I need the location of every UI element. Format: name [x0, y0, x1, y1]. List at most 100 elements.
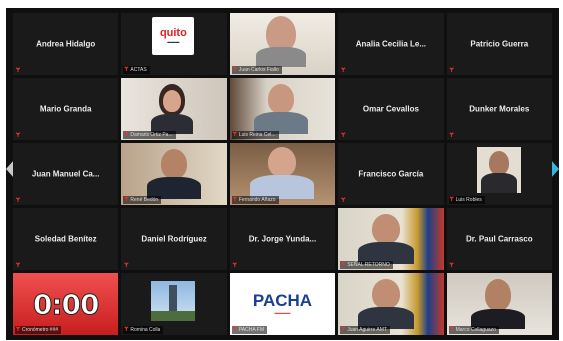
logo-text: quito	[159, 27, 187, 39]
video-grid-window: Andrea Hidalgo Ɏ quito ▬▬▬ Ɏ ACTAS Ɏ Jua…	[6, 8, 559, 340]
participant-body	[255, 47, 306, 67]
logo-text: PACHA	[252, 291, 313, 310]
participant-face	[488, 151, 509, 175]
participant-name: Marco Collaguazo	[455, 327, 496, 333]
participant-name: Dr. Paul Carrasco	[465, 234, 533, 244]
chevron-right-icon[interactable]	[551, 160, 559, 178]
mic-muted-icon: Ɏ	[124, 132, 129, 138]
participant-tile[interactable]: Omar Cevallos Ɏ	[338, 78, 444, 140]
hill-ground	[151, 311, 196, 321]
participant-face	[163, 90, 182, 112]
participant-tile-active-speaker[interactable]: Ɏ Juan Aguirre AMT	[338, 273, 444, 335]
participant-tile[interactable]: Dr. Jorge Yunda... Ɏ	[229, 208, 336, 270]
participant-label: Ɏ ACTAS	[123, 66, 150, 74]
mic-muted-icon: Ɏ	[449, 197, 454, 203]
participant-name: Francisco García	[358, 169, 424, 179]
participant-label: Ɏ Romina Colla	[123, 326, 164, 334]
participant-tile[interactable]: Francisco García Ɏ	[338, 143, 444, 205]
mic-muted-icon: Ɏ	[124, 197, 129, 203]
participant-tile[interactable]: Andrea Hidalgo Ɏ	[13, 13, 119, 75]
participant-name: PACHA FM	[238, 327, 265, 333]
mic-muted-icon: Ɏ	[16, 198, 21, 204]
participant-label: Ɏ Luis Reina Cel...	[231, 131, 279, 139]
participant-tile[interactable]: Dr. Paul Carrasco Ɏ	[446, 208, 552, 270]
participant-tile[interactable]: Soledad Benítez Ɏ	[13, 208, 119, 270]
mic-muted-icon: Ɏ	[16, 327, 21, 333]
participant-name: René Bedón	[130, 197, 159, 203]
participant-name: Omar Cevallos	[362, 104, 419, 114]
participant-name: Daniel Rodríguez	[141, 234, 207, 244]
participant-name: Analia Cecilia Le...	[355, 39, 427, 49]
participant-face	[161, 149, 188, 179]
participant-tile-active-speaker[interactable]: Ɏ SEÑAL RETORNO	[338, 208, 444, 270]
participant-label: Ɏ Juan Carlos Fiallo	[231, 66, 282, 74]
participant-tile[interactable]: Analia Cecilia Le... Ɏ	[338, 13, 444, 75]
timer-value: 0:00	[32, 287, 100, 321]
mic-muted-icon: Ɏ	[16, 133, 21, 139]
participant-name: Patricio Guerra	[470, 39, 529, 49]
participant-tile[interactable]: Ɏ Romina Colla	[121, 273, 227, 335]
mic-muted-icon: Ɏ	[341, 198, 346, 204]
participant-name: Dr. Jorge Yunda...	[248, 234, 317, 244]
participant-name: ACTAS	[130, 67, 147, 73]
mic-muted-icon: Ɏ	[16, 263, 21, 269]
participant-tile[interactable]: Mario Granda Ɏ	[13, 78, 119, 140]
participant-face	[267, 147, 296, 177]
logo-subtext: ▬▬▬▬	[274, 310, 291, 315]
participant-tile[interactable]: Daniel Rodríguez Ɏ	[121, 208, 227, 270]
mic-muted-icon: Ɏ	[16, 68, 21, 74]
participant-name: Romina Colla	[130, 327, 161, 333]
mic-muted-icon: Ɏ	[124, 67, 129, 73]
participant-label: Ɏ René Bedón	[123, 196, 162, 204]
participant-tile[interactable]: Patricio Guerra Ɏ	[446, 13, 552, 75]
participant-tile[interactable]: Ɏ Damaris Ortiz Pa...	[121, 78, 227, 140]
participant-tile[interactable]: Ɏ Fernando Añazo	[229, 143, 336, 205]
participant-name: Dunker Morales	[469, 104, 530, 114]
mic-muted-icon: Ɏ	[232, 263, 237, 269]
participant-label: Ɏ Damaris Ortiz Pa...	[123, 131, 176, 139]
participant-name: Fernando Añazo	[238, 197, 276, 203]
participant-label: Ɏ SEÑAL RETORNO	[340, 261, 393, 269]
participant-body	[480, 173, 517, 193]
participant-face	[372, 214, 401, 244]
participant-tile[interactable]: Ɏ Marco Collaguazo	[446, 273, 552, 335]
participant-tile[interactable]: Ɏ René Bedón	[121, 143, 227, 205]
participant-label: Ɏ PACHA FM	[231, 326, 268, 334]
participant-label: Ɏ Luis Robles	[448, 196, 485, 204]
participant-tile[interactable]: Ɏ Luis Reina Cel...	[229, 78, 336, 140]
mic-muted-icon: Ɏ	[341, 133, 346, 139]
participant-tile[interactable]: Ɏ Juan Carlos Fiallo	[229, 13, 336, 75]
participant-label: Ɏ Fernando Añazo	[231, 196, 279, 204]
mic-muted-icon: Ɏ	[341, 327, 346, 333]
participant-tile[interactable]: 0:00 Ɏ Cronómetro ###	[13, 273, 119, 335]
participant-face	[484, 279, 511, 311]
participant-name: Cronómetro ###	[22, 327, 59, 333]
mic-muted-icon: Ɏ	[232, 327, 237, 333]
participant-tile[interactable]: Juan Manuel Ca... Ɏ	[13, 143, 119, 205]
participant-name: Juan Carlos Fiallo	[238, 67, 279, 73]
participant-tile[interactable]: quito ▬▬▬ Ɏ ACTAS	[121, 13, 227, 75]
participant-name: Luis Reina Cel...	[238, 132, 276, 138]
participant-label: Ɏ Juan Aguirre AMT	[340, 326, 390, 334]
participant-tile[interactable]: PACHA ▬▬▬▬ Ɏ PACHA FM	[229, 273, 336, 335]
mic-muted-icon: Ɏ	[232, 197, 237, 203]
participant-name: SEÑAL RETORNO	[347, 262, 390, 268]
participant-grid: Andrea Hidalgo Ɏ quito ▬▬▬ Ɏ ACTAS Ɏ Jua…	[13, 13, 552, 335]
participant-name: Andrea Hidalgo	[36, 39, 96, 49]
mic-muted-icon: Ɏ	[232, 132, 237, 138]
participant-tile[interactable]: Dunker Morales Ɏ	[446, 78, 552, 140]
quito-logo: quito ▬▬▬	[152, 17, 195, 55]
participant-name: Mario Granda	[39, 104, 92, 114]
participant-name: Juan Manuel Ca...	[31, 169, 100, 179]
mic-muted-icon: Ɏ	[124, 263, 129, 269]
mic-muted-icon: Ɏ	[341, 262, 346, 268]
mic-muted-icon: Ɏ	[232, 67, 237, 73]
participant-name: Soledad Benítez	[34, 234, 97, 244]
participant-name: Juan Aguirre AMT	[347, 327, 387, 333]
participant-face	[267, 84, 294, 114]
mic-muted-icon: Ɏ	[124, 327, 129, 333]
logo-subtext: ▬▬▬	[167, 39, 180, 44]
mic-muted-icon: Ɏ	[449, 68, 454, 74]
participant-tile[interactable]: Ɏ Luis Robles	[446, 143, 552, 205]
mic-muted-icon: Ɏ	[341, 68, 346, 74]
